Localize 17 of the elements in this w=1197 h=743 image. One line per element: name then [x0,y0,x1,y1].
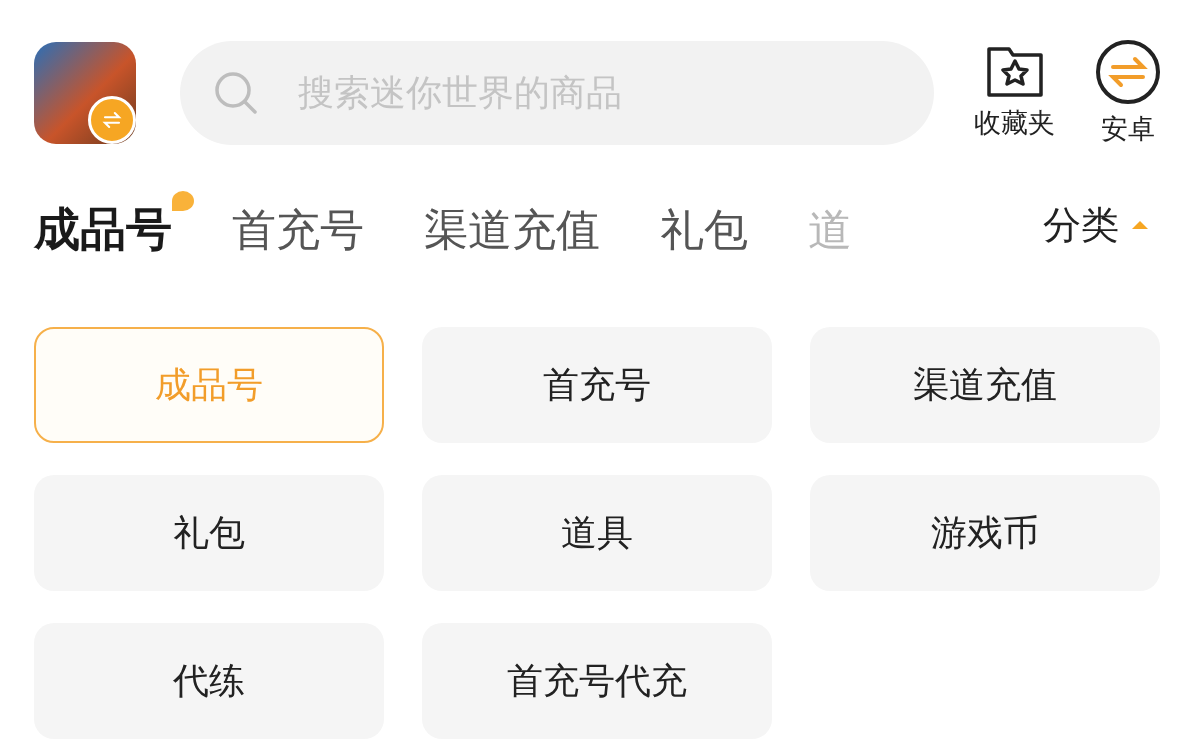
category-option[interactable]: 代练 [34,623,384,739]
star-folder-icon[interactable] [984,44,1045,99]
category-option[interactable]: 游戏币 [810,475,1160,591]
category-option[interactable]: 礼包 [34,475,384,591]
category-option[interactable]: 道具 [422,475,772,591]
category-tab[interactable]: 渠道充值 [424,190,622,260]
category-option[interactable]: 首充号 [422,327,772,443]
category-toggle[interactable]: 分类 [1043,199,1149,251]
action-label[interactable]: 收藏夹 [974,104,1055,141]
action-label[interactable]: 安卓 [1101,110,1155,147]
category-option[interactable]: 首充号代充 [422,623,772,739]
category-option[interactable]: 渠道充值 [810,327,1160,443]
game-app-icon[interactable] [34,41,136,144]
category-tab[interactable]: 礼包 [660,190,770,260]
swap-circle-icon[interactable] [1095,38,1161,105]
category-tab[interactable]: 成品号 [34,189,194,261]
category-tab[interactable]: 首充号 [232,190,386,260]
